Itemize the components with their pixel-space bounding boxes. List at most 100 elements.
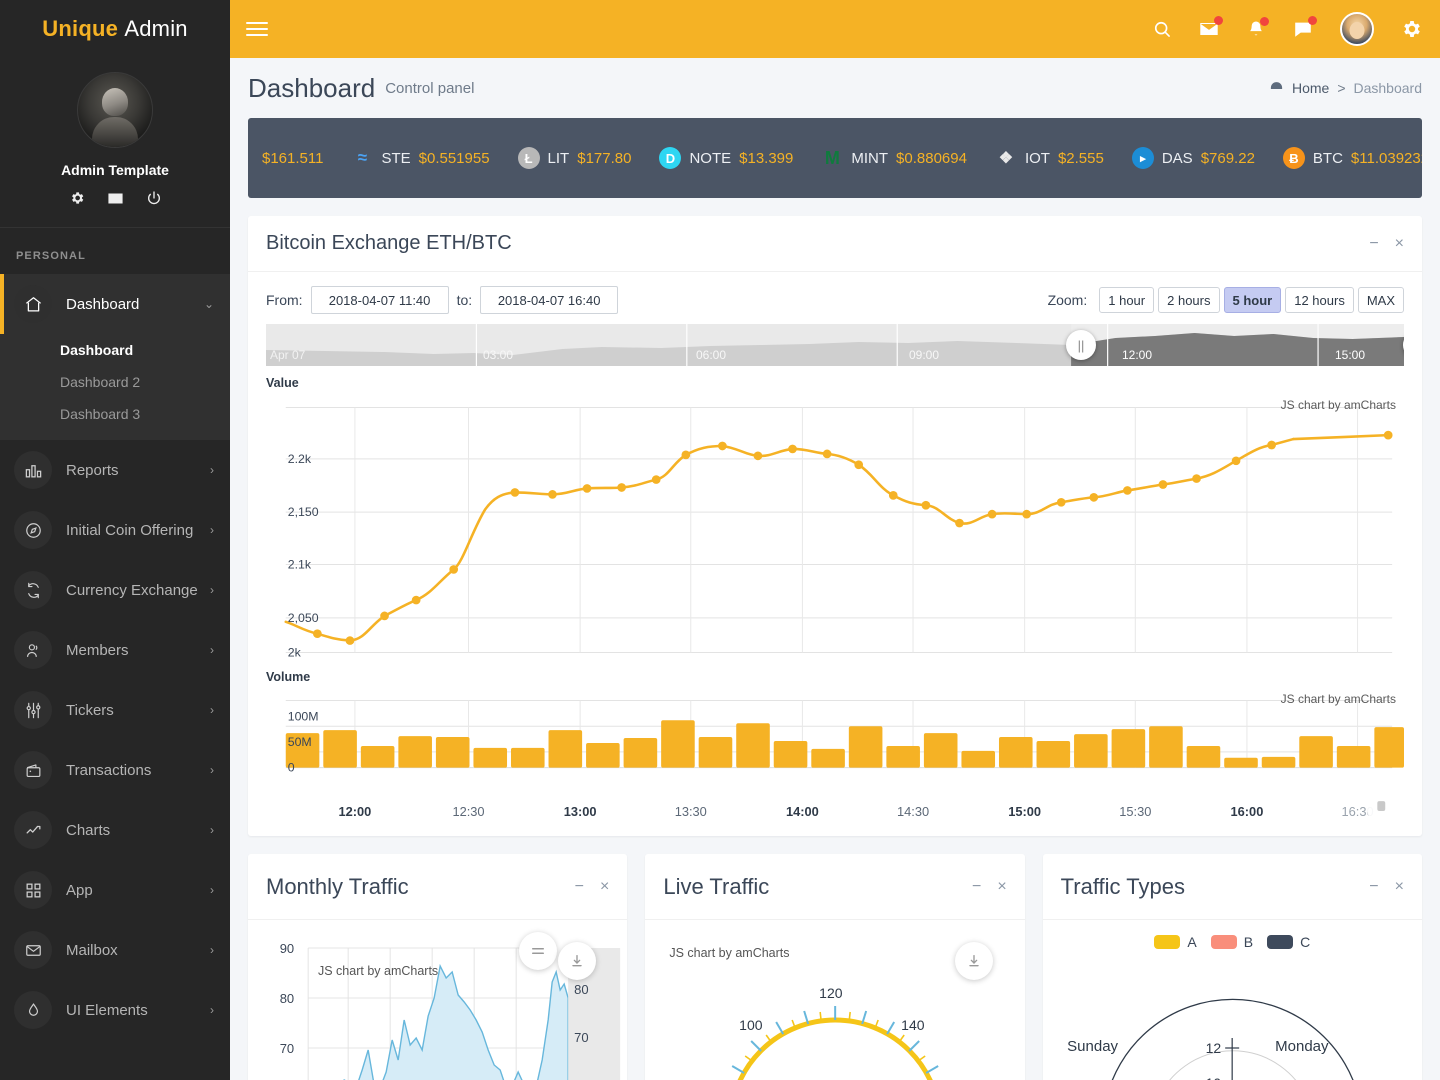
to-label: to: — [456, 292, 473, 308]
sidebar-item-app[interactable]: App › — [0, 860, 230, 920]
sidebar-item-mailbox[interactable]: Mailbox › — [0, 920, 230, 980]
hamburger-icon[interactable] — [246, 18, 268, 40]
chevron-right-icon: › — [210, 703, 214, 717]
sidebar-item-currency-exchange[interactable]: Currency Exchange › — [0, 560, 230, 620]
sidebar-item-label: Currency Exchange — [66, 581, 198, 599]
sidebar-item-label: Dashboard — [66, 295, 140, 313]
from-date-input[interactable] — [310, 286, 449, 314]
sidebar-item-tickers[interactable]: Tickers › — [0, 680, 230, 740]
power-icon[interactable] — [146, 190, 162, 207]
bar-chart-icon — [14, 451, 52, 489]
ticker-item[interactable]: $161.511 — [248, 150, 337, 167]
bell-icon[interactable] — [1246, 17, 1269, 39]
ticker-item[interactable]: D NOTE $13.399 — [645, 147, 807, 169]
card-header: Bitcoin Exchange ETH/BTC − × — [248, 216, 1422, 272]
card-header: Traffic Types − × — [1042, 854, 1422, 920]
compass-icon — [14, 511, 52, 549]
crypto-ticker[interactable]: $161.511 ≈ STE $0.551955 Ł LIT $177.80 D… — [248, 118, 1422, 198]
chevron-right-icon: › — [210, 883, 214, 897]
ticker-item[interactable]: ≈ STE $0.551955 — [337, 147, 503, 169]
volume-y-tick: 100M — [288, 709, 319, 723]
close-icon[interactable]: × — [600, 878, 609, 895]
sidebar-item-label: Transactions — [66, 761, 152, 779]
close-icon[interactable]: × — [997, 878, 1006, 895]
chevron-right-icon: › — [210, 763, 214, 777]
sidebar-subitem-dashboard-2[interactable]: Dashboard 2 — [0, 366, 230, 398]
search-icon[interactable] — [1152, 19, 1172, 39]
gauge-tick: 140 — [901, 1017, 925, 1033]
sidebar-item-members[interactable]: Members › — [0, 620, 230, 680]
exchange-controls: From: to: Zoom: 1 hour 2 hours 5 hour 12… — [266, 286, 1404, 314]
zoom-12-hours-button[interactable]: 12 hours — [1285, 287, 1354, 313]
ticker-value: $161.511 — [262, 149, 324, 167]
ticker-symbol: NOTE — [689, 149, 732, 167]
legend-label: C — [1300, 934, 1311, 950]
ticker-item[interactable]: M MINT $0.880694 — [807, 147, 981, 169]
envelope-icon — [14, 931, 52, 969]
zoom-max-button[interactable]: MAX — [1357, 287, 1404, 313]
sidebar-item-dashboard[interactable]: Dashboard ⌄ — [0, 274, 230, 334]
traffic-types-legend: A B C — [1043, 920, 1422, 950]
mail-icon[interactable] — [107, 190, 124, 207]
ticker-value: $0.880694 — [896, 149, 967, 167]
gauge-tick: 100 — [739, 1017, 763, 1033]
close-icon[interactable]: × — [1395, 235, 1404, 252]
ticker-value: $177.80 — [577, 149, 632, 167]
ticker-item[interactable]: Ł LIT $177.80 — [504, 147, 646, 169]
gear-icon[interactable] — [1400, 18, 1422, 40]
chevron-right-icon: › — [210, 823, 214, 837]
to-date-input[interactable] — [480, 286, 619, 314]
range-label: 06:00 — [696, 348, 727, 362]
ticker-item[interactable]: ▸ DAS $769.22 — [1118, 147, 1269, 169]
minimize-icon[interactable]: − — [1369, 235, 1378, 252]
legend-item-a[interactable]: A — [1154, 934, 1197, 950]
mail-icon[interactable] — [1198, 16, 1223, 40]
legend-item-c[interactable]: C — [1267, 934, 1310, 950]
ticker-item[interactable]: Ƀ BTC $11.039232 — [1269, 147, 1422, 169]
y-tick-right: 80 — [574, 982, 588, 997]
sidebar-subitem-dashboard[interactable]: Dashboard — [0, 334, 230, 366]
page-header: Dashboard Control panel Home > Dashboard — [230, 58, 1440, 118]
legend-item-b[interactable]: B — [1210, 934, 1253, 950]
note-coin-icon: D — [659, 147, 682, 169]
legend-swatch-c — [1267, 935, 1294, 949]
avatar[interactable] — [1340, 12, 1374, 46]
brand-name-part2: Admin — [124, 16, 188, 41]
chat-icon[interactable] — [1292, 16, 1317, 40]
close-icon[interactable]: × — [1395, 878, 1404, 895]
grid-icon — [14, 871, 52, 909]
profile-name: Admin Template — [61, 162, 169, 178]
sidebar-item-reports[interactable]: Reports › — [0, 440, 230, 500]
sidebar-item-charts[interactable]: Charts › — [0, 800, 230, 860]
breadcrumb-home[interactable]: Home — [1292, 80, 1329, 96]
profile-avatar[interactable] — [77, 72, 153, 148]
top-bar — [230, 0, 1440, 58]
zoom-2-hours-button[interactable]: 2 hours — [1158, 287, 1220, 313]
chart-range-selector[interactable]: Apr 07 03:00 06:00 09:00 12:00 15:00 || … — [266, 324, 1404, 366]
volume-bar-chart: 100M 50M 0 — [285, 700, 1404, 775]
ticker-item[interactable]: ❖ IOT $2.555 — [981, 147, 1118, 169]
minimize-icon[interactable]: − — [575, 878, 584, 895]
sidebar-item-transactions[interactable]: Transactions › — [0, 740, 230, 800]
minimize-icon[interactable]: − — [1369, 878, 1378, 895]
range-handle-left[interactable]: || — [1066, 330, 1096, 360]
sidebar-subitem-dashboard-3[interactable]: Dashboard 3 — [0, 398, 230, 430]
value-y-tick: 2k — [288, 645, 302, 659]
zoom-5-hour-button[interactable]: 5 hour — [1223, 287, 1282, 313]
range-preview-graph — [266, 324, 1404, 366]
sidebar-item-ui-elements[interactable]: UI Elements › — [0, 980, 230, 1040]
volume-y-tick: 50M — [288, 735, 312, 749]
zoom-1-hour-button[interactable]: 1 hour — [1099, 287, 1155, 313]
value-chart: JS chart by amCharts 2.2k 2,150 2.1k 2,0… — [266, 392, 1404, 660]
sidebar-item-label: UI Elements — [66, 1001, 148, 1019]
sidebar-item-initial-coin-offering[interactable]: Initial Coin Offering › — [0, 500, 230, 560]
amcharts-credit: JS chart by amCharts — [1280, 398, 1396, 412]
range-label: Apr 07 — [270, 348, 306, 362]
brand-logo[interactable]: Unique Admin — [0, 0, 230, 58]
gear-icon[interactable] — [69, 190, 85, 207]
x-tick: 16:00 — [1231, 804, 1264, 819]
download-icon[interactable] — [558, 942, 596, 980]
legend-swatch-b — [1210, 935, 1237, 949]
chart-menu-button[interactable] — [519, 932, 557, 970]
minimize-icon[interactable]: − — [972, 878, 981, 895]
